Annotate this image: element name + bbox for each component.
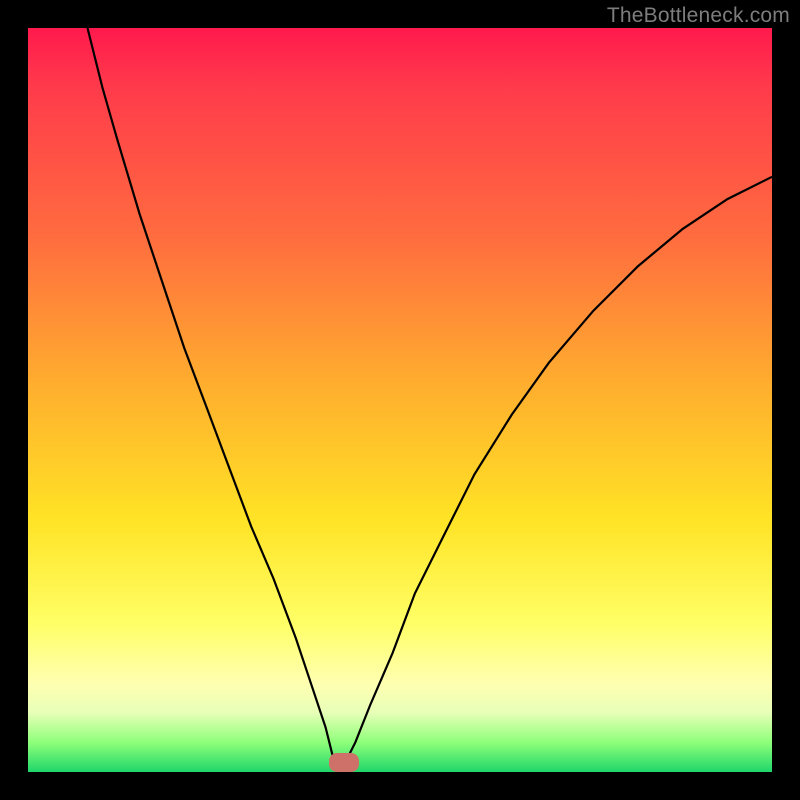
plot-area (28, 28, 772, 772)
curve-right-branch (341, 177, 773, 772)
outer-frame: TheBottleneck.com (0, 0, 800, 800)
bottleneck-curve (28, 28, 772, 772)
curve-left-branch (88, 28, 341, 772)
watermark-text: TheBottleneck.com (607, 4, 790, 28)
optimum-marker (329, 753, 359, 772)
